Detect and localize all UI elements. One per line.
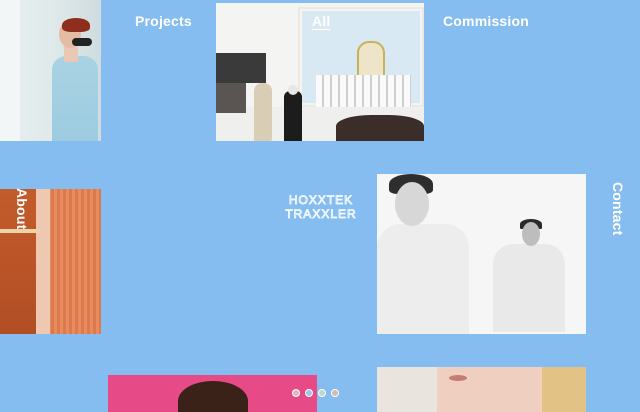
nav-all-link[interactable]: All	[312, 13, 331, 29]
project-thumbnail-pale-blue-dress[interactable]	[0, 0, 101, 141]
pagination-dot-2[interactable]	[305, 389, 313, 397]
pagination-dot-1[interactable]	[292, 389, 300, 397]
brand-logo[interactable]: HOXXTEK TRAXXLER	[280, 192, 362, 222]
project-thumbnail-blonde-portrait[interactable]	[377, 367, 586, 412]
nav-commission-link[interactable]: Commission	[443, 13, 529, 29]
nav-about-link[interactable]: About	[14, 188, 30, 229]
carousel-pagination	[292, 389, 339, 397]
pagination-dot-4[interactable]	[331, 389, 339, 397]
project-thumbnail-pink-portrait[interactable]	[108, 375, 317, 412]
pagination-dot-3[interactable]	[318, 389, 326, 397]
logo-line-2: TRAXXLER	[285, 207, 356, 221]
nav-projects-link[interactable]: Projects	[135, 13, 192, 29]
logo-line-1: HOXXTEK	[289, 193, 353, 207]
project-thumbnail-two-models-white[interactable]	[377, 174, 586, 334]
nav-contact-link[interactable]: Contact	[610, 182, 626, 236]
